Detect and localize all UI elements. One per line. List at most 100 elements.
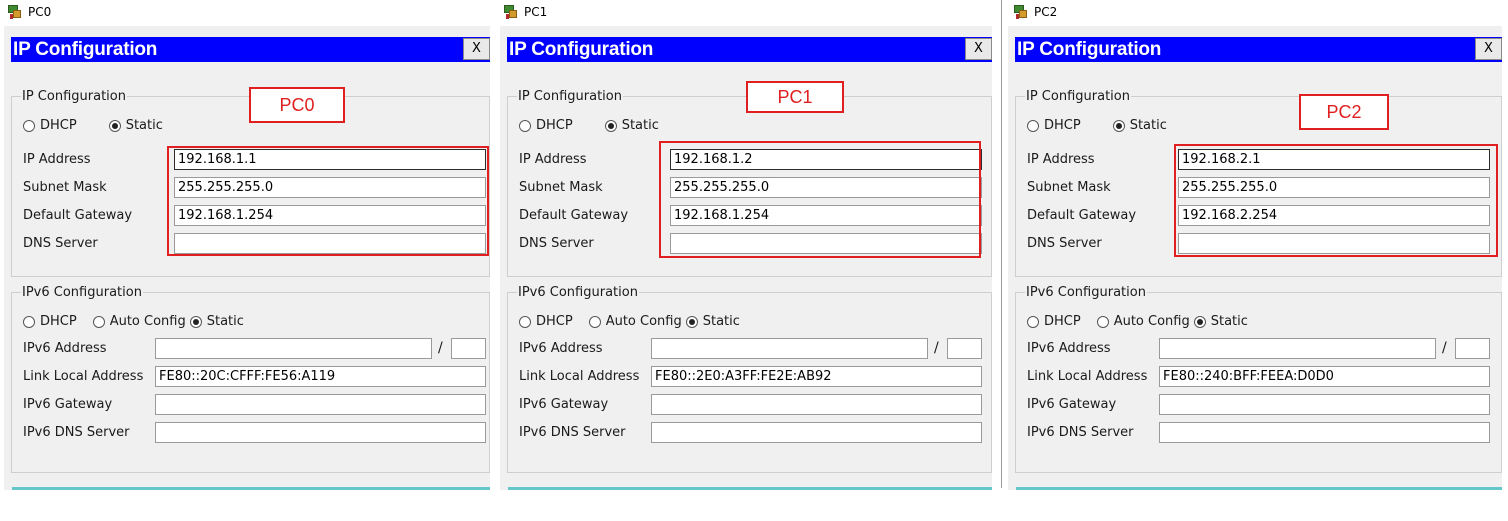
dhcp-radio[interactable]: DHCP <box>1027 118 1081 133</box>
ipv6-address-label: IPv6 Address <box>1027 341 1111 356</box>
static-radio[interactable]: Static <box>604 118 659 133</box>
radio-label: Static <box>621 118 659 133</box>
packet-tracer-pc-icon <box>1014 5 1028 19</box>
radio-checked-icon <box>685 315 698 328</box>
radio-label: Auto Config <box>605 314 682 329</box>
ipv6-config-group: IPv6 Configuration DHCP Auto Config Stat… <box>1015 285 1502 473</box>
ip-config-header: IP Configuration X <box>11 37 490 62</box>
link-local-input[interactable]: FE80::20C:CFFF:FE56:A119 <box>155 366 486 387</box>
radio-label: Static <box>702 314 740 329</box>
default-gateway-label: Default Gateway <box>1027 208 1137 223</box>
ipv6-prefix-input[interactable] <box>1455 338 1490 359</box>
ipv6-address-label: IPv6 Address <box>519 341 603 356</box>
default-gateway-label: Default Gateway <box>519 208 629 223</box>
ipv6-address-input[interactable] <box>651 338 928 359</box>
annotation-pc-tag: PC2 <box>1299 94 1389 130</box>
ipv6-address-input[interactable] <box>1159 338 1436 359</box>
ipv6-gateway-input[interactable] <box>1159 394 1490 415</box>
radio-checked-icon <box>1112 119 1125 132</box>
group-legend: IP Configuration <box>517 89 623 104</box>
ipv6-gateway-input[interactable] <box>651 394 982 415</box>
static-radio[interactable]: Static <box>108 118 163 133</box>
radio-checked-icon <box>108 119 121 132</box>
dhcp-radio[interactable]: DHCP <box>23 118 77 133</box>
radio-circle-icon <box>23 119 35 132</box>
subnet-mask-label: Subnet Mask <box>23 180 107 195</box>
static-radio[interactable]: Static <box>1112 118 1167 133</box>
annotation-highlight-box <box>167 146 489 256</box>
config-panel: IP Configuration X IP Configuration DHCP… <box>1008 26 1502 490</box>
ip-config-header: IP Configuration X <box>507 37 992 62</box>
window-titlebar: PC1 <box>504 2 547 22</box>
ipv6-dns-label: IPv6 DNS Server <box>23 425 130 440</box>
radio-circle-icon <box>1027 119 1039 132</box>
ipv6-dns-label: IPv6 DNS Server <box>1027 425 1134 440</box>
radio-circle-icon <box>588 315 601 328</box>
dhcp-radio[interactable]: DHCP <box>519 314 573 329</box>
window-title: PC0 <box>28 5 52 19</box>
window-titlebar: PC0 <box>8 2 51 22</box>
static-radio[interactable]: Static <box>1193 314 1248 329</box>
ipv6-mode-radios: DHCP Auto Config Static <box>519 314 756 329</box>
link-local-label: Link Local Address <box>519 369 640 384</box>
ipv6-prefix-input[interactable] <box>451 338 486 359</box>
annotation-pc-tag: PC1 <box>746 81 844 113</box>
dhcp-radio[interactable]: DHCP <box>23 314 77 329</box>
ipv6-dns-input[interactable] <box>155 422 486 443</box>
prefix-slash: / <box>934 340 939 356</box>
radio-label: Auto Config <box>109 314 186 329</box>
radio-label: Static <box>125 118 163 133</box>
annotation-highlight-box <box>659 141 981 258</box>
close-button[interactable]: X <box>965 38 992 60</box>
subnet-mask-label: Subnet Mask <box>1027 180 1111 195</box>
link-local-input[interactable]: FE80::240:BFF:FEEA:D0D0 <box>1159 366 1490 387</box>
static-radio[interactable]: Static <box>189 314 244 329</box>
ip-address-label: IP Address <box>1027 152 1095 167</box>
ipv6-gateway-label: IPv6 Gateway <box>23 397 113 412</box>
ipv6-gateway-label: IPv6 Gateway <box>1027 397 1117 412</box>
dhcp-radio[interactable]: DHCP <box>519 118 573 133</box>
radio-circle-icon <box>1096 315 1109 328</box>
auto-config-radio[interactable]: Auto Config <box>1096 314 1190 329</box>
radio-label: Static <box>1210 314 1248 329</box>
ipv6-mode-radios: DHCP Auto Config Static <box>1027 314 1264 329</box>
dns-server-label: DNS Server <box>1027 236 1102 251</box>
window-titlebar: PC2 <box>1014 2 1057 22</box>
auto-config-radio[interactable]: Auto Config <box>588 314 682 329</box>
dns-server-label: DNS Server <box>23 236 98 251</box>
radio-circle-icon <box>1027 315 1039 328</box>
radio-circle-icon <box>23 315 35 328</box>
link-local-label: Link Local Address <box>1027 369 1148 384</box>
dhcp-radio[interactable]: DHCP <box>1027 314 1081 329</box>
radio-circle-icon <box>92 315 105 328</box>
ipv6-dns-input[interactable] <box>651 422 982 443</box>
close-button[interactable]: X <box>463 38 490 60</box>
ipv6-config-group: IPv6 Configuration DHCP Auto Config Stat… <box>11 285 490 473</box>
radio-label: DHCP <box>40 118 77 133</box>
static-radio[interactable]: Static <box>685 314 740 329</box>
ipv6-address-input[interactable] <box>155 338 432 359</box>
radio-label: DHCP <box>40 314 77 329</box>
ipv4-mode-radios: DHCP Static <box>23 118 179 133</box>
close-button[interactable]: X <box>1475 38 1502 60</box>
window-title: PC1 <box>524 5 548 19</box>
header-title: IP Configuration <box>13 39 158 60</box>
dns-server-label: DNS Server <box>519 236 594 251</box>
annotation-highlight-box <box>1174 144 1498 257</box>
radio-label: DHCP <box>1044 314 1081 329</box>
packet-tracer-pc-icon <box>8 5 22 19</box>
group-legend: IP Configuration <box>21 89 127 104</box>
annotation-pc-tag: PC0 <box>249 87 345 123</box>
link-local-input[interactable]: FE80::2E0:A3FF:FE2E:AB92 <box>651 366 982 387</box>
ipv6-gateway-input[interactable] <box>155 394 486 415</box>
ipv6-prefix-input[interactable] <box>947 338 982 359</box>
ipv6-mode-radios: DHCP Auto Config Static <box>23 314 260 329</box>
ipv6-dns-input[interactable] <box>1159 422 1490 443</box>
auto-config-radio[interactable]: Auto Config <box>92 314 186 329</box>
config-panel: IP Configuration X IP Configuration DHCP… <box>4 26 490 490</box>
radio-checked-icon <box>189 315 202 328</box>
group-legend: IPv6 Configuration <box>517 285 639 300</box>
group-legend: IPv6 Configuration <box>21 285 143 300</box>
ipv4-mode-radios: DHCP Static <box>1027 118 1183 133</box>
radio-label: Static <box>1129 118 1167 133</box>
